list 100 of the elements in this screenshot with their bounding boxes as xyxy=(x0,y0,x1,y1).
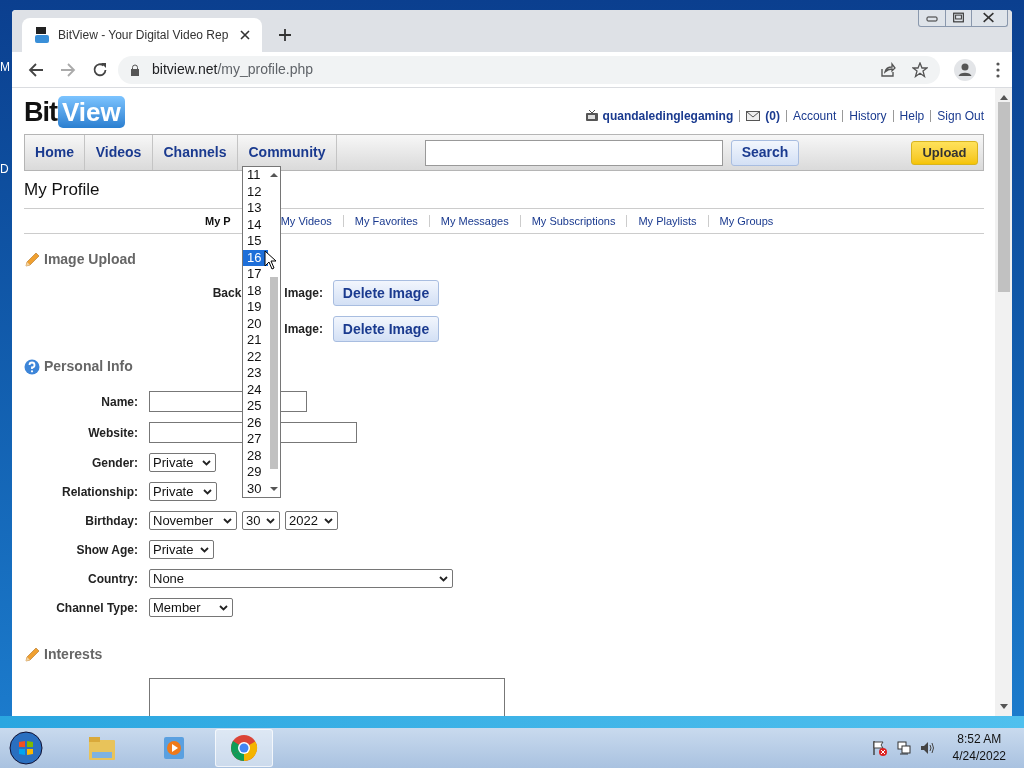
search-button[interactable]: Search xyxy=(731,139,799,166)
network-icon[interactable] xyxy=(895,740,912,756)
chevron-down-icon[interactable] xyxy=(203,488,212,495)
subnav-link[interactable]: My Playlists xyxy=(638,212,697,230)
chevron-down-icon[interactable] xyxy=(200,546,209,553)
dropdown-option[interactable]: 24 xyxy=(243,381,268,398)
scrollbar-thumb[interactable] xyxy=(270,277,278,469)
field-label: Back xyxy=(212,285,242,302)
field-label: Name: xyxy=(100,393,138,411)
mail-icon[interactable] xyxy=(746,111,761,121)
dropdown-option[interactable]: 17 xyxy=(243,266,268,283)
dropdown-option[interactable]: 21 xyxy=(243,332,268,349)
url-path: /my_profile.php xyxy=(217,61,314,77)
dropdown-option[interactable]: 11 xyxy=(243,167,268,184)
scroll-up-icon[interactable] xyxy=(999,94,1008,100)
section-heading: Interests xyxy=(44,645,103,664)
dropdown-option[interactable]: 12 xyxy=(243,183,268,200)
share-icon[interactable] xyxy=(880,61,896,78)
new-tab-icon[interactable] xyxy=(278,28,292,42)
dropdown-option[interactable]: 29 xyxy=(243,464,268,481)
chevron-down-icon[interactable] xyxy=(202,459,211,466)
search-field[interactable] xyxy=(425,139,723,166)
pencil-icon xyxy=(24,251,40,268)
dropdown-option[interactable]: 28 xyxy=(243,447,268,464)
tv-icon xyxy=(584,110,599,122)
browser-tab[interactable]: BitView - Your Digital Video Rep xyxy=(22,18,262,52)
nav-link[interactable]: Channels xyxy=(153,135,238,170)
select-dropdown[interactable]: 30 xyxy=(242,511,280,530)
page-scrollbar[interactable] xyxy=(995,88,1012,716)
logo-text: Bit xyxy=(24,95,57,129)
delete-image-button[interactable]: Delete Image xyxy=(333,280,439,306)
select-dropdown[interactable]: Private xyxy=(149,540,214,559)
subnav-link[interactable]: My Groups xyxy=(719,212,774,230)
username-link[interactable]: quandaledinglegaming xyxy=(602,107,734,125)
address-bar[interactable]: bitview.net/my_profile.php xyxy=(118,55,940,84)
dropdown-option[interactable]: 27 xyxy=(243,431,268,448)
dropdown-option[interactable]: 22 xyxy=(243,348,268,365)
dropdown-option[interactable]: 30 xyxy=(243,480,268,497)
field-label: Relationship: xyxy=(61,483,138,501)
dropdown-option[interactable]: 18 xyxy=(243,282,268,299)
scroll-down-icon[interactable] xyxy=(270,487,278,492)
dropdown-option[interactable]: 23 xyxy=(243,365,268,382)
dropdown-option[interactable]: 14 xyxy=(243,216,268,233)
header-link[interactable]: Help xyxy=(899,107,925,125)
clock-date[interactable]: 4/24/2022 xyxy=(952,748,1006,765)
favicon-icon xyxy=(34,27,50,43)
field-label: Website: xyxy=(87,424,138,442)
subnav-link[interactable]: My Messages xyxy=(440,212,509,230)
dropdown-option[interactable]: 19 xyxy=(243,299,268,316)
subnav-link[interactable]: My Videos xyxy=(280,212,332,230)
clock-time[interactable]: 8:52 AM xyxy=(957,731,1002,748)
start-button-icon[interactable] xyxy=(9,731,43,765)
header-link[interactable]: Account xyxy=(792,107,837,125)
chevron-down-icon[interactable] xyxy=(223,517,232,524)
select-dropdown[interactable]: Private xyxy=(149,482,217,501)
field-label: Show Age: xyxy=(75,541,138,559)
select-dropdown[interactable]: Member xyxy=(149,598,233,617)
select-dropdown[interactable]: November xyxy=(149,511,237,530)
dropdown-option[interactable]: 26 xyxy=(243,414,268,431)
select-dropdown[interactable]: None xyxy=(149,569,453,588)
scrollbar-thumb[interactable] xyxy=(997,102,1010,292)
dropdown-option[interactable]: 20 xyxy=(243,315,268,332)
select-dropdown[interactable]: 2022 xyxy=(285,511,338,530)
close-icon[interactable] xyxy=(240,30,250,40)
delete-image-button[interactable]: Delete Image xyxy=(333,316,439,342)
reload-icon[interactable] xyxy=(92,61,108,78)
lock-icon[interactable] xyxy=(130,63,140,76)
chevron-down-icon[interactable] xyxy=(324,517,333,524)
field-label: Country: xyxy=(87,570,138,588)
upload-button[interactable]: Upload xyxy=(911,140,978,165)
header-link[interactable]: Sign Out xyxy=(937,107,984,125)
bookmark-star-icon[interactable] xyxy=(912,61,928,78)
header-link[interactable]: History xyxy=(849,107,887,125)
chevron-down-icon[interactable] xyxy=(266,517,275,524)
nav-link[interactable]: Videos xyxy=(85,135,153,170)
site-logo[interactable]: Bit View xyxy=(24,96,125,128)
dropdown-option[interactable]: 25 xyxy=(243,398,268,415)
dropdown-option[interactable]: 15 xyxy=(243,233,268,250)
chevron-down-icon[interactable] xyxy=(219,604,228,611)
scroll-down-icon[interactable] xyxy=(999,704,1008,710)
subnav-link[interactable]: My P xyxy=(205,212,231,230)
desktop-icon-label[interactable]: D xyxy=(0,160,9,178)
dropdown-list[interactable]: 11 12 13 14 15 16 17 18 19 20 21 22 23 24 25 26 27 28 29 30 xyxy=(242,166,281,498)
pencil-icon xyxy=(24,646,40,663)
nav-link[interactable]: Home xyxy=(25,135,85,170)
menu-icon[interactable] xyxy=(996,61,1000,78)
taskbar-button[interactable] xyxy=(215,729,273,767)
chevron-down-icon[interactable] xyxy=(439,575,448,582)
field-label: Birthday: xyxy=(84,512,138,530)
profile-avatar-icon[interactable] xyxy=(954,58,976,81)
subnav-link[interactable]: My Favorites xyxy=(354,212,418,230)
tab-title: BitView - Your Digital Video Rep xyxy=(58,27,230,44)
dropdown-option[interactable]: 13 xyxy=(243,200,268,217)
subnav-link[interactable]: My Subscriptions xyxy=(531,212,616,230)
action-center-flag-icon[interactable] xyxy=(870,740,887,756)
logo-badge: View xyxy=(58,96,125,128)
desktop-icon-label[interactable]: M xyxy=(0,58,10,76)
select-dropdown[interactable]: Private xyxy=(149,453,216,472)
volume-icon[interactable] xyxy=(918,740,935,756)
back-icon[interactable] xyxy=(28,61,44,78)
